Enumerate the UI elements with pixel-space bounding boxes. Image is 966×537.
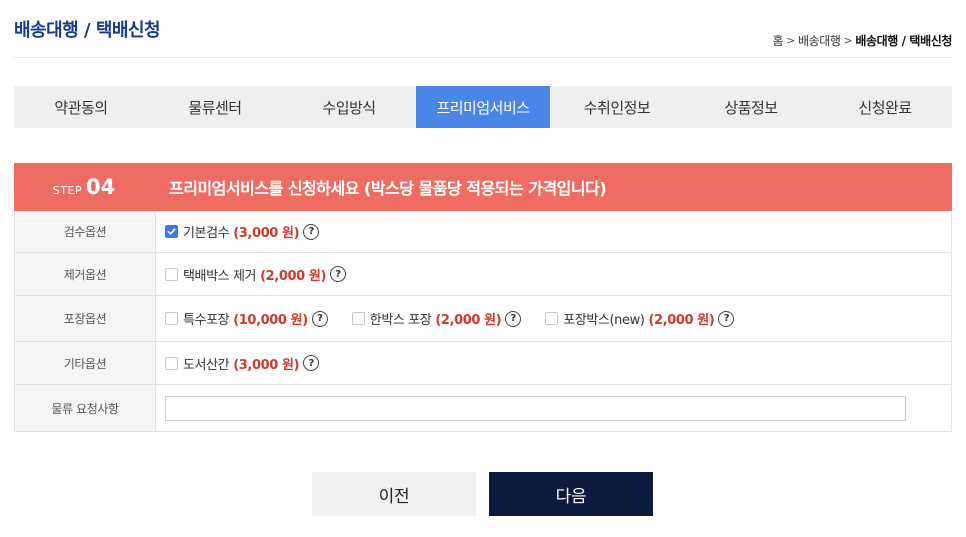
option-price: (2,000 원)	[435, 313, 502, 328]
option-row-inspection: 검수옵션 기본검수 (3,000 원) ?	[15, 211, 951, 253]
help-icon[interactable]: ?	[329, 266, 346, 282]
page-title: 배송대행 / 택배신청	[14, 20, 161, 41]
breadcrumb: 홈 > 배송대행 > 배송대행 / 택배신청	[772, 32, 952, 49]
next-button[interactable]: 다음	[489, 472, 653, 516]
step-word: STEP	[52, 184, 83, 197]
help-icon[interactable]: ?	[718, 310, 735, 327]
logistics-request-input[interactable]	[165, 395, 906, 421]
option-name: 포장박스(new)	[563, 313, 645, 328]
step-title: 프리미엄서비스를 신청하세요 (박스당 물품당 적용되는 가격입니다)	[169, 179, 607, 198]
option-row-content: 특수포장 (10,000 원) ? 한박스 포장 (2,000 원) ? 포장박…	[156, 296, 951, 341]
option-name: 택배박스 제거	[183, 268, 257, 284]
tab-terms[interactable]: 약관동의	[14, 86, 148, 128]
option-row-label: 물류 요청사항	[15, 385, 156, 431]
check-icon	[167, 228, 176, 235]
chevron-right-icon: >	[843, 34, 853, 47]
help-icon[interactable]: ?	[505, 310, 522, 327]
step-tabs: 약관동의 물류센터 수입방식 프리미엄서비스 수취인정보 상품정보 신청완료	[14, 86, 952, 128]
option-box-removal[interactable]: 택배박스 제거 (2,000 원) ?	[165, 265, 346, 284]
tab-import-method[interactable]: 수입방식	[282, 86, 416, 128]
breadcrumb-current: 배송대행 / 택배신청	[855, 34, 952, 48]
option-row-label: 검수옵션	[15, 211, 156, 252]
help-icon[interactable]: ?	[303, 223, 320, 240]
breadcrumb-home[interactable]: 홈	[772, 32, 783, 49]
option-name: 기본검수	[183, 226, 230, 241]
option-row-removal: 제거옵션 택배박스 제거 (2,000 원) ?	[15, 253, 951, 296]
option-row-packing: 포장옵션 특수포장 (10,000 원) ? 한박스 포장 (2,000 원) …	[15, 296, 951, 342]
premium-options-table: 검수옵션 기본검수 (3,000 원) ? 제거옵션 택배박스 제거 (2,00…	[14, 211, 952, 432]
option-price: (3,000 원)	[233, 226, 300, 241]
option-row-request: 물류 요청사항	[15, 385, 951, 432]
option-special-packing[interactable]: 특수포장 (10,000 원) ?	[165, 309, 328, 328]
option-name: 도서산간	[183, 357, 230, 373]
option-basic-inspection[interactable]: 기본검수 (3,000 원) ?	[165, 222, 320, 241]
checkbox-one-box-packing[interactable]	[351, 312, 365, 325]
option-one-box-packing[interactable]: 한박스 포장 (2,000 원) ?	[351, 309, 522, 328]
option-name: 한박스 포장	[369, 313, 432, 328]
option-row-label: 제거옵션	[15, 253, 156, 295]
tab-complete[interactable]: 신청완료	[818, 86, 952, 128]
checkbox-new-packing-box[interactable]	[545, 312, 559, 325]
step-number: 04	[86, 175, 116, 199]
option-row-content: 도서산간 (3,000 원) ?	[156, 342, 951, 384]
option-price: (2,000 원)	[260, 268, 326, 284]
step-label: STEP 04	[14, 175, 154, 199]
option-row-content	[156, 385, 951, 431]
prev-button[interactable]: 이전	[312, 472, 476, 516]
header-divider	[14, 57, 952, 58]
checkbox-remote-area[interactable]	[165, 356, 178, 370]
option-row-label: 포장옵션	[15, 296, 156, 341]
tab-logistics-center[interactable]: 물류센터	[148, 86, 282, 128]
option-row-label: 기타옵션	[15, 342, 156, 384]
tab-premium-service[interactable]: 프리미엄서비스	[416, 86, 550, 128]
option-name: 특수포장	[183, 313, 230, 328]
checkbox-basic-inspection[interactable]	[165, 225, 178, 238]
option-row-content: 기본검수 (3,000 원) ?	[156, 211, 951, 252]
option-price: (10,000 원)	[233, 313, 308, 328]
checkbox-box-removal[interactable]	[165, 267, 178, 281]
option-row-content: 택배박스 제거 (2,000 원) ?	[156, 253, 951, 295]
chevron-right-icon: >	[786, 34, 795, 47]
breadcrumb-shipping[interactable]: 배송대행	[798, 32, 841, 49]
help-icon[interactable]: ?	[311, 310, 328, 327]
help-icon[interactable]: ?	[303, 355, 320, 371]
option-price: (2,000 원)	[648, 313, 715, 328]
step-header: STEP 04 프리미엄서비스를 신청하세요 (박스당 물품당 적용되는 가격입…	[14, 163, 952, 211]
tab-recipient-info[interactable]: 수취인정보	[550, 86, 684, 128]
option-row-etc: 기타옵션 도서산간 (3,000 원) ?	[15, 342, 951, 385]
checkbox-special-packing[interactable]	[165, 312, 178, 325]
tab-product-info[interactable]: 상품정보	[684, 86, 818, 128]
option-remote-area[interactable]: 도서산간 (3,000 원) ?	[165, 354, 320, 373]
option-price: (3,000 원)	[233, 357, 300, 373]
option-new-packing-box[interactable]: 포장박스(new) (2,000 원) ?	[545, 309, 735, 328]
